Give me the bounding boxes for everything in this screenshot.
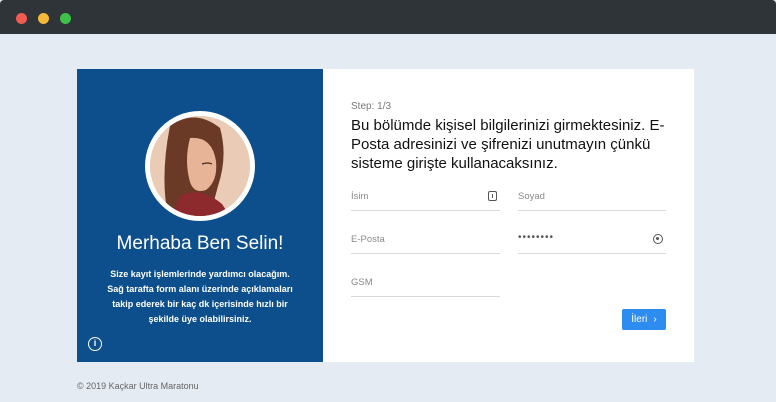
minimize-window-button[interactable]	[38, 13, 49, 24]
show-password-icon[interactable]	[653, 234, 663, 244]
assistant-panel: Merhaba Ben Selin! Size kayıt işlemlerin…	[77, 69, 323, 362]
id-card-icon	[488, 191, 497, 201]
window-titlebar	[0, 0, 776, 34]
next-button[interactable]: İleri ›	[622, 309, 666, 330]
next-button-label: İleri	[631, 314, 648, 325]
form-panel: Step: 1/3 Bu bölümde kişisel bilgilerini…	[323, 69, 694, 362]
surname-placeholder: Soyad	[518, 191, 545, 202]
close-window-button[interactable]	[16, 13, 27, 24]
chevron-right-icon: ›	[653, 314, 657, 325]
surname-field[interactable]: Soyad	[518, 186, 666, 211]
assistant-photo	[150, 116, 250, 216]
greeting-title: Merhaba Ben Selin!	[116, 233, 284, 254]
registration-card: Merhaba Ben Selin! Size kayıt işlemlerin…	[77, 69, 694, 362]
assistant-description: Size kayıt işlemlerinde yardımcı olacağı…	[107, 269, 293, 324]
password-value: ••••••••	[518, 232, 555, 243]
maximize-window-button[interactable]	[60, 13, 71, 24]
form-headline: Bu bölümde kişisel bilgilerinizi girmekt…	[351, 117, 665, 172]
info-icon[interactable]: i	[88, 337, 102, 351]
name-field[interactable]: İsim	[351, 186, 500, 211]
gsm-placeholder: GSM	[351, 277, 373, 288]
step-indicator: Step: 1/3	[351, 101, 392, 112]
footer-copyright: © 2019 Kaçkar Ultra Maratonu	[77, 381, 199, 391]
gsm-field[interactable]: GSM	[351, 272, 500, 297]
email-field[interactable]: E-Posta	[351, 229, 500, 254]
password-field[interactable]: ••••••••	[518, 229, 666, 254]
name-placeholder: İsim	[351, 191, 369, 202]
avatar	[145, 111, 255, 221]
email-placeholder: E-Posta	[351, 234, 385, 245]
